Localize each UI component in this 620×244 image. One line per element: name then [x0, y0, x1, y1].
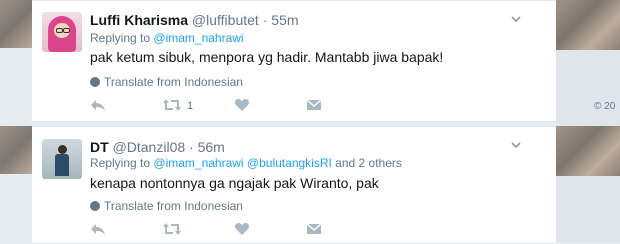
- retweet-icon[interactable]: [162, 97, 182, 115]
- replying-to: Replying to @imam_nahrawi @bulutangkisRI…: [90, 156, 402, 170]
- tweet-header: Luffi Kharisma @luffibutet · 55m: [90, 12, 298, 28]
- heart-icon[interactable]: [234, 97, 250, 115]
- retweet-icon[interactable]: [162, 221, 182, 239]
- translate-link[interactable]: Translate from Indonesian: [90, 199, 243, 213]
- chevron-down-icon[interactable]: [510, 139, 524, 153]
- tweet-text: kenapa nontonnya ga ngajak pak Wiranto, …: [90, 175, 379, 191]
- background-photo: [0, 126, 32, 174]
- copyright-text: © 20: [594, 101, 616, 112]
- avatar[interactable]: [42, 12, 82, 52]
- avatar-body: [55, 154, 69, 176]
- display-name[interactable]: DT: [90, 139, 109, 155]
- background-photo: [556, 126, 620, 176]
- separator-dot: ·: [189, 139, 194, 155]
- replying-to: Replying to @imam_nahrawi: [90, 31, 244, 45]
- replying-prefix: Replying to: [90, 31, 151, 45]
- display-name[interactable]: Luffi Kharisma: [90, 12, 188, 28]
- translate-link[interactable]: Translate from Indonesian: [90, 75, 243, 89]
- replying-suffix[interactable]: and 2 others: [335, 156, 402, 170]
- retweet-count: 1: [187, 100, 194, 112]
- replying-prefix: Replying to: [90, 156, 151, 170]
- tweet[interactable]: DT @Dtanzil08 · 56m Replying to @imam_na…: [32, 126, 556, 244]
- direct-message-icon[interactable]: [306, 97, 322, 115]
- tweet-text: pak ketum sibuk, menpora yg hadir. Manta…: [90, 49, 444, 65]
- chevron-down-icon[interactable]: [510, 13, 524, 27]
- reply-mention-link[interactable]: @imam_nahrawi @bulutangkisRI: [153, 156, 331, 170]
- globe-icon: [90, 201, 100, 211]
- translate-label: Translate from Indonesian: [104, 199, 243, 213]
- separator-dot: ·: [262, 12, 268, 28]
- heart-icon[interactable]: [234, 221, 250, 239]
- avatar-glasses: [56, 28, 63, 33]
- avatar-glasses: [63, 28, 70, 33]
- reply-icon[interactable]: [90, 97, 106, 115]
- reply-mention-link[interactable]: @imam_nahrawi: [153, 31, 243, 45]
- timestamp[interactable]: 55m: [271, 12, 298, 28]
- avatar-head: [58, 145, 67, 154]
- background-photo: [556, 0, 620, 50]
- user-handle[interactable]: @Dtanzil08: [113, 139, 186, 155]
- direct-message-icon[interactable]: [306, 221, 322, 239]
- translate-label: Translate from Indonesian: [104, 75, 243, 89]
- background-photo: [0, 0, 32, 48]
- tweet-header: DT @Dtanzil08 · 56m: [90, 139, 225, 155]
- avatar[interactable]: [42, 139, 82, 179]
- user-handle[interactable]: @luffibutet: [192, 12, 259, 28]
- globe-icon: [90, 77, 100, 87]
- reply-icon[interactable]: [90, 221, 106, 239]
- timestamp[interactable]: 56m: [198, 139, 225, 155]
- tweet[interactable]: Luffi Kharisma @luffibutet · 55m Replyin…: [32, 0, 556, 122]
